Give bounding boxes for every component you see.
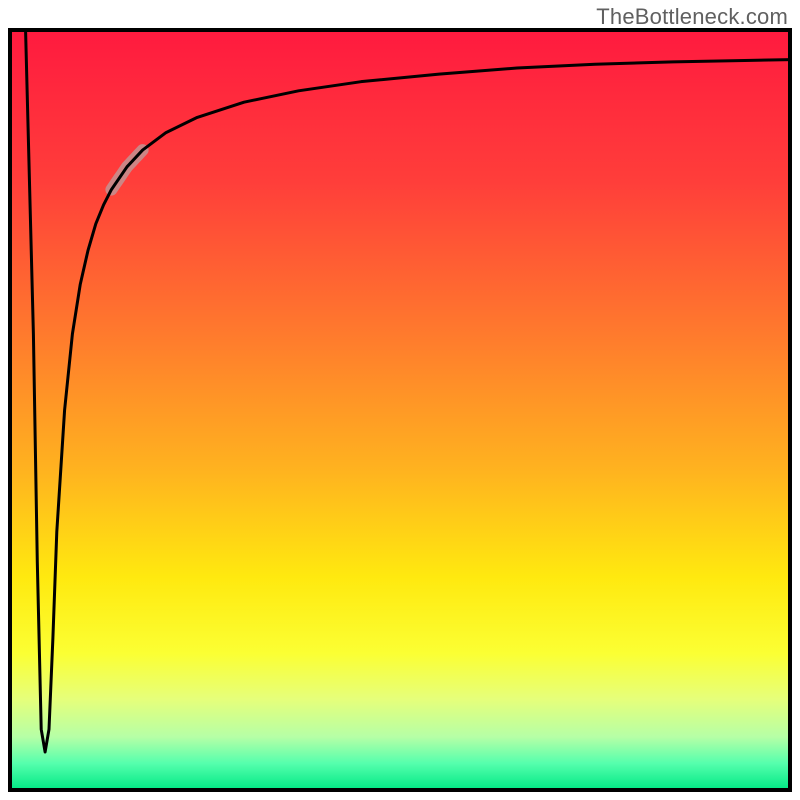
watermark-text: TheBottleneck.com <box>596 4 788 30</box>
gradient-background <box>10 30 790 790</box>
chart-canvas <box>0 0 800 800</box>
chart-root: TheBottleneck.com <box>0 0 800 800</box>
plot-area <box>10 30 790 790</box>
